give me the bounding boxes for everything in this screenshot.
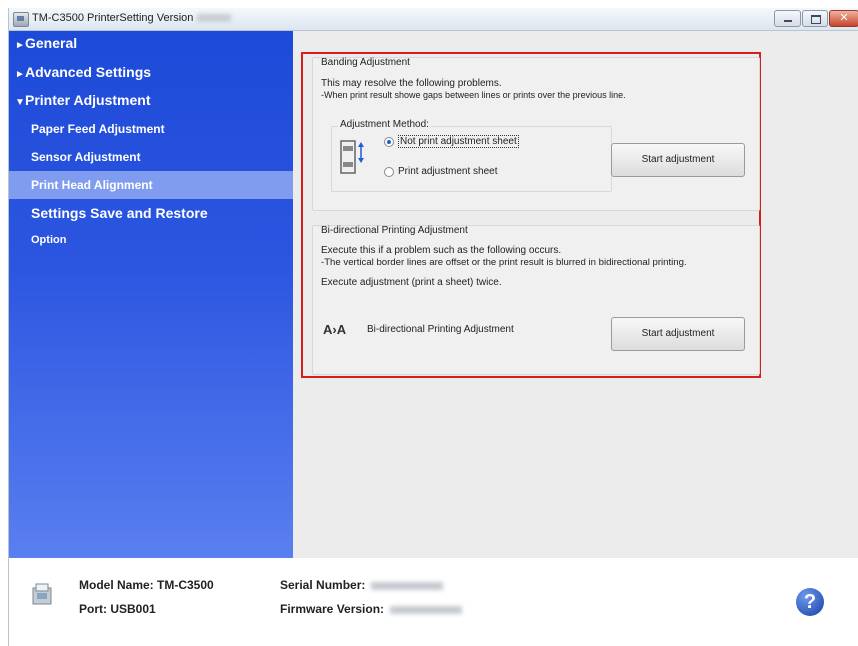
bidirectional-start-adjustment-button[interactable]: Start adjustment (611, 317, 745, 351)
print-sheet-label[interactable]: Print adjustment sheet (398, 166, 498, 177)
close-icon: ✕ (839, 12, 849, 24)
bidirectional-aa-icon: A›A (323, 322, 347, 337)
bidirectional-twice-note: Execute adjustment (print a sheet) twice… (321, 277, 502, 288)
triangle-down-icon: ▼ (15, 97, 25, 108)
model-name: Model Name: TM-C3500 (79, 578, 214, 592)
window-title: TM-C3500 PrinterSetting Version (32, 12, 232, 24)
bidirectional-description: Execute this if a problem such as the fo… (321, 245, 562, 256)
sidebar-item-printer-adjustment[interactable]: ▼Printer Adjustment (9, 92, 293, 108)
banding-description: This may resolve the following problems. (321, 78, 502, 89)
serial-number: Serial Number: (280, 578, 444, 592)
adjustment-method-title: Adjustment Method: (338, 119, 431, 130)
minimize-button[interactable] (774, 10, 801, 27)
firmware-redacted (390, 605, 463, 614)
not-print-sheet-label[interactable]: Not print adjustment sheet (398, 135, 519, 148)
banding-paper-icon (340, 140, 364, 174)
sidebar-item-general[interactable]: ►General (9, 35, 293, 51)
print-sheet-radio[interactable] (384, 167, 394, 177)
bidirectional-label: Bi-directional Printing Adjustment (367, 324, 514, 335)
title-bar: TM-C3500 PrinterSetting Version ✕ (9, 8, 858, 31)
banding-start-adjustment-button[interactable]: Start adjustment (611, 143, 745, 177)
printer-app-icon (13, 12, 29, 27)
not-print-sheet-radio[interactable] (384, 137, 394, 147)
bidirectional-title: Bi-directional Printing Adjustment (321, 225, 468, 236)
help-icon[interactable]: ? (796, 588, 824, 616)
sidebar-item-option[interactable]: Option (9, 234, 293, 246)
sidebar-item-sensor-adjustment[interactable]: Sensor Adjustment (9, 150, 293, 164)
status-footer: Model Name: TM-C3500 Port: USB001 Serial… (9, 558, 858, 646)
main-content: Banding Adjustment This may resolve the … (293, 31, 858, 558)
banding-problem-text: -When print result showe gaps between li… (321, 90, 626, 100)
printer-setting-window: TM-C3500 PrinterSetting Version ✕ ►Gener… (8, 8, 858, 646)
adjustment-method-group: Adjustment Method: Not print adjustment … (331, 119, 612, 192)
sidebar-item-advanced-settings[interactable]: ►Advanced Settings (9, 64, 293, 80)
printer-icon (32, 583, 52, 605)
sidebar-item-settings-save-restore[interactable]: Settings Save and Restore (9, 205, 293, 221)
close-button[interactable]: ✕ (829, 10, 858, 27)
firmware-version: Firmware Version: (280, 602, 463, 616)
sidebar: ►General ►Advanced Settings ▼Printer Adj… (9, 31, 293, 558)
version-redacted (197, 14, 232, 23)
triangle-right-icon: ► (15, 40, 25, 51)
bidirectional-adjustment-group: Bi-directional Printing Adjustment Execu… (312, 225, 760, 375)
banding-title: Banding Adjustment (321, 57, 410, 68)
bidirectional-problem-text: -The vertical border lines are offset or… (321, 257, 687, 268)
sidebar-item-paper-feed-adjustment[interactable]: Paper Feed Adjustment (9, 122, 293, 136)
sidebar-item-print-head-alignment[interactable]: Print Head Alignment (9, 171, 293, 199)
maximize-button[interactable] (802, 10, 828, 27)
port-name: Port: USB001 (79, 602, 156, 616)
serial-redacted (371, 581, 444, 590)
banding-adjustment-group: Banding Adjustment This may resolve the … (312, 57, 760, 211)
triangle-right-icon: ► (15, 69, 25, 80)
